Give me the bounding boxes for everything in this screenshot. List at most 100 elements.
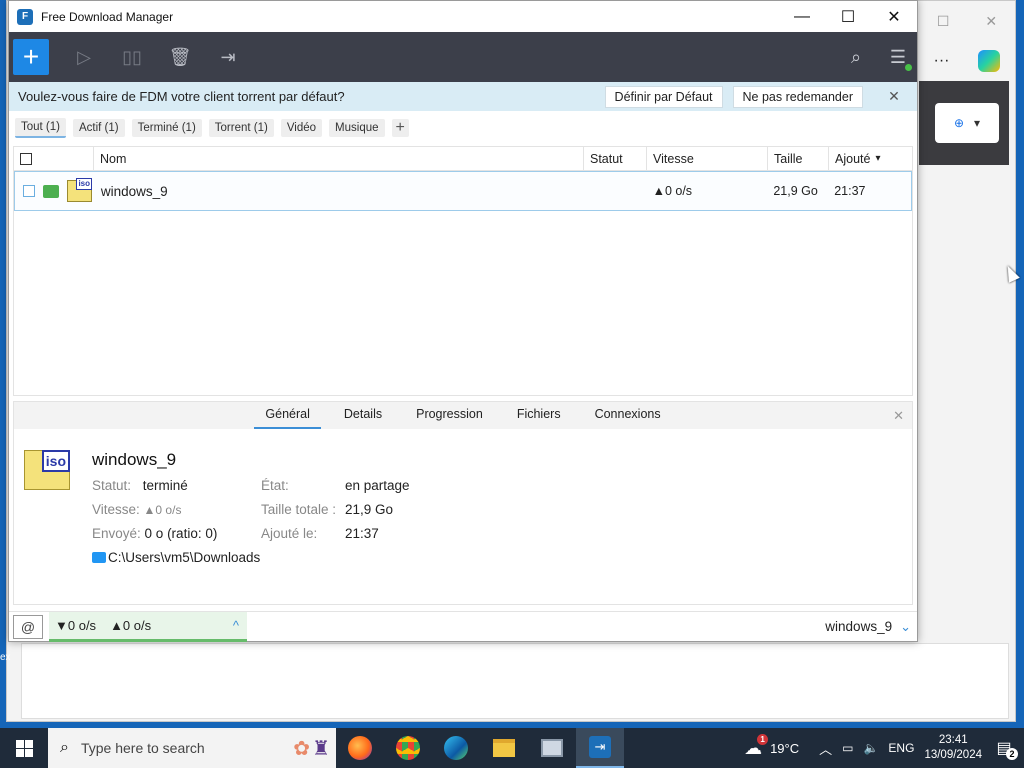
search-placeholder: Type here to search xyxy=(80,740,205,756)
computer-icon[interactable] xyxy=(528,728,576,768)
column-status[interactable]: Statut xyxy=(584,146,647,171)
snail-mode-icon[interactable]: @ xyxy=(13,614,43,639)
move-icon[interactable]: ⇥ xyxy=(217,46,239,68)
taskbar: ⌕ Type here to search ✿ ♜ ⇥ ☁ 1 19°C ︿ ▭ 🔈… xyxy=(0,728,1024,768)
table-row[interactable]: iso windows_9 ▲0 o/s 21,9 Go 21:37 xyxy=(14,171,912,211)
tab-general[interactable]: Général xyxy=(254,407,321,429)
add-download-button[interactable]: + xyxy=(13,39,49,75)
chrome-icon[interactable] xyxy=(384,728,432,768)
close-icon[interactable]: ✕ xyxy=(985,13,997,30)
volume-muted-icon[interactable]: 🔈 xyxy=(863,741,878,755)
details-close-icon[interactable]: ✕ xyxy=(893,408,904,424)
search-highlight-illustration: ✿ ♜ xyxy=(293,737,330,760)
speed-summary[interactable]: ▼0 o/s ▲0 o/s ^ xyxy=(49,611,247,642)
dont-ask-again-button[interactable]: Ne pas redemander xyxy=(732,85,863,108)
status-label: Statut: xyxy=(92,478,132,493)
clock-time: 23:41 xyxy=(938,734,968,746)
fdm-taskbar-icon[interactable]: ⇥ xyxy=(576,728,624,768)
search-icon: ⌕ xyxy=(60,739,69,756)
column-size[interactable]: Taille xyxy=(768,146,829,171)
tab-connections[interactable]: Connexions xyxy=(584,407,672,429)
folder-icon xyxy=(92,552,106,563)
filter-video[interactable]: Vidéo xyxy=(280,119,323,137)
language-selector-button[interactable]: ⊕ ▾ xyxy=(935,103,999,143)
desktop: ☐ ✕ ··· ⊕ ▾ ex F Free Download Manager —… xyxy=(0,0,1024,728)
window-title: Free Download Manager xyxy=(41,9,174,24)
list-header: Nom Statut Vitesse Taille Ajouté ▾ xyxy=(14,146,912,171)
column-added[interactable]: Ajouté ▾ xyxy=(829,147,912,171)
notification-count: 2 xyxy=(1006,748,1018,760)
download-speed: ▼0 o/s xyxy=(55,617,97,633)
file-explorer-icon[interactable] xyxy=(480,728,528,768)
state-value: en partage xyxy=(345,478,410,493)
weather-widget[interactable]: ☁ 1 19°C xyxy=(744,733,799,759)
downloads-list: Nom Statut Vitesse Taille Ajouté ▾ iso w… xyxy=(13,146,913,396)
weather-alert-badge: 1 xyxy=(757,733,769,745)
windows-logo-icon xyxy=(15,739,33,757)
filter-music[interactable]: Musique xyxy=(329,119,385,137)
start-button[interactable] xyxy=(0,728,48,768)
filter-all[interactable]: Tout (1) xyxy=(15,118,66,138)
speed-label: Vitesse: xyxy=(92,502,140,517)
row-checkbox[interactable] xyxy=(23,185,35,197)
clock-date: 13/09/2024 xyxy=(924,749,982,761)
maximize-button[interactable]: ☐ xyxy=(825,1,871,32)
set-default-button[interactable]: Définir par Défaut xyxy=(604,85,723,108)
network-icon[interactable]: ▭ xyxy=(842,741,853,755)
taskbar-search[interactable]: ⌕ Type here to search ✿ ♜ xyxy=(48,728,336,768)
expand-chevron-icon[interactable]: ^ xyxy=(233,618,239,633)
notification-center-icon[interactable]: ▤ 2 xyxy=(992,736,1018,760)
copilot-icon[interactable] xyxy=(978,50,1001,72)
firefox-icon[interactable] xyxy=(336,728,384,768)
search-icon[interactable]: ⌕ xyxy=(845,47,867,68)
menu-icon[interactable]: ☰ xyxy=(887,47,912,71)
state-field: État: en partage xyxy=(261,478,410,493)
row-icons: iso xyxy=(15,178,95,202)
edge-icon[interactable] xyxy=(432,728,480,768)
background-content-area xyxy=(21,643,1009,719)
banner-text: Voulez-vous faire de FDM votre client to… xyxy=(18,89,345,104)
maximize-icon[interactable]: ☐ xyxy=(937,13,950,30)
title-bar: F Free Download Manager — ☐ ✕ xyxy=(9,1,917,32)
filter-torrent[interactable]: Torrent (1) xyxy=(208,119,274,137)
download-path-link[interactable]: C:\Users\vm5\Downloads xyxy=(92,550,260,565)
select-all-checkbox[interactable] xyxy=(20,152,32,165)
play-icon[interactable]: ▷ xyxy=(73,46,95,68)
status-bar: @ ▼0 o/s ▲0 o/s ^ windows_9 ⌄ xyxy=(9,611,917,642)
current-file-name: windows_9 xyxy=(825,619,893,634)
total-size-field: Taille totale : 21,9 Go xyxy=(261,502,393,517)
sent-value: 0 o (ratio: 0) xyxy=(144,526,218,541)
sent-label: Envoyé: xyxy=(92,526,141,541)
chevron-up-icon[interactable]: ︿ xyxy=(819,739,832,758)
open-folder-icon[interactable] xyxy=(43,184,59,198)
more-options-button[interactable]: ··· xyxy=(934,52,950,70)
system-tray: ☁ 1 19°C ︿ ▭ 🔈 ENG 23:41 13/09/2024 ▤ 2 xyxy=(744,728,1024,768)
iso-badge: iso xyxy=(76,178,92,190)
state-label: État: xyxy=(261,478,289,493)
clock[interactable]: 23:41 13/09/2024 xyxy=(924,733,982,763)
caret-down-icon: ▾ xyxy=(974,116,981,130)
added-date-value: 21:37 xyxy=(345,526,379,541)
close-button[interactable]: ✕ xyxy=(871,1,917,32)
column-name[interactable]: Nom xyxy=(94,146,584,171)
filter-bar: Tout (1) Actif (1) Terminé (1) Torrent (… xyxy=(9,111,917,145)
details-panel: Général Details Progression Fichiers Con… xyxy=(13,401,913,605)
add-filter-button[interactable]: + xyxy=(391,119,409,137)
background-window-controls: ☐ ✕ xyxy=(919,1,1015,41)
tab-files[interactable]: Fichiers xyxy=(506,407,572,429)
background-side-text: ex xyxy=(0,652,11,663)
tab-progression[interactable]: Progression xyxy=(405,407,494,429)
filter-completed[interactable]: Terminé (1) xyxy=(131,119,202,137)
column-speed[interactable]: Vitesse xyxy=(647,146,768,171)
minimize-button[interactable]: — xyxy=(779,1,825,32)
main-toolbar: + ▷ ▯▯ 🗑 ⇥ ⌕ ☰ xyxy=(9,32,917,82)
tab-details[interactable]: Details xyxy=(333,407,393,429)
banner-close-icon[interactable]: ✕ xyxy=(885,88,903,105)
chevron-down-icon: ⌄ xyxy=(900,618,911,634)
language-indicator[interactable]: ENG xyxy=(888,741,914,755)
current-file-indicator[interactable]: windows_9 ⌄ xyxy=(825,619,911,635)
iso-file-icon: iso xyxy=(67,178,92,202)
filter-active[interactable]: Actif (1) xyxy=(73,119,125,137)
pause-icon[interactable]: ▯▯ xyxy=(121,46,143,68)
delete-icon[interactable]: 🗑 xyxy=(169,46,192,68)
